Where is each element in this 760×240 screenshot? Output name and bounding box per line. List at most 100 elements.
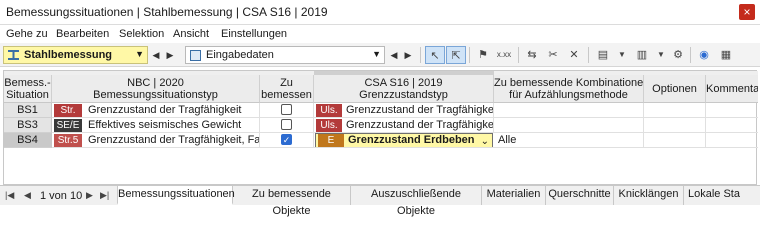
options-cell[interactable] [644, 103, 706, 118]
table-export-icon[interactable]: ▤ [593, 46, 613, 64]
globe-icon[interactable]: ◉ [694, 46, 714, 64]
prev-module-icon[interactable]: ◀ [150, 48, 162, 62]
first-page-icon[interactable]: |◀ [5, 190, 14, 201]
toolbar-separator [469, 47, 470, 63]
report-icon[interactable]: ▦ [716, 46, 736, 64]
toolbar: Stahlbemessung ▼ ◀ ▶ Eingabedaten ▼ ◀ ▶ … [0, 43, 760, 67]
header-options: Optionen [644, 75, 706, 103]
select-multiple-icon[interactable]: ⇱ [446, 46, 466, 64]
tab-buckling-lengths[interactable]: Knicklängen [614, 186, 684, 205]
header-nbc: NBC | 2020 Bemessungssituationstyp [52, 75, 260, 103]
sheet-tab-bar: |◀ ◀ 1 von 10 ▶ ▶| Bemessungssituationen… [0, 185, 760, 217]
toolbar-separator [420, 47, 421, 63]
next-view-icon[interactable]: ▶ [402, 48, 414, 62]
situation-type-badge: Str. [54, 104, 82, 117]
xxx-icon[interactable]: x.xx [494, 46, 514, 64]
situation-type-text: Grenzzustand der Tragfähigkeit [88, 104, 242, 116]
header-csa-bottom: Grenzzustandstyp [359, 89, 448, 101]
toolbar-separator [588, 47, 589, 63]
chevron-down-icon: ▼ [135, 49, 144, 59]
situation-type-text: Effektives seismisches Gewicht [88, 119, 242, 131]
design-cell[interactable] [260, 118, 314, 133]
select-icon[interactable]: ↖ [425, 46, 445, 64]
toolbar-separator [690, 47, 691, 63]
tab-materials[interactable]: Materialien [482, 186, 546, 205]
header-situation: Bemess.- Situation [4, 75, 52, 103]
comment-cell[interactable] [706, 103, 758, 118]
row-header-selected[interactable]: BS4 [4, 133, 52, 148]
combinations-cell[interactable] [494, 103, 644, 118]
header-design-top: Zu [280, 77, 293, 89]
delete-row-icon[interactable]: ⇆ [522, 46, 542, 64]
header-csa: CSA S16 | 2019 Grenzzustandstyp [314, 75, 494, 103]
table-import-icon[interactable]: ▥ [632, 46, 652, 64]
design-cell[interactable] [260, 103, 314, 118]
chevron-down-icon[interactable]: ▼ [612, 46, 632, 64]
row-header[interactable]: BS1 [4, 103, 52, 118]
options-cell[interactable] [644, 118, 706, 133]
header-combinations: Zu bemessende Kombinationen für Aufzählu… [494, 75, 644, 103]
data-view-select[interactable]: Eingabedaten ▼ [185, 46, 385, 64]
design-checkbox[interactable] [281, 104, 292, 115]
tab-sections[interactable]: Querschnitte [546, 186, 614, 205]
module-select[interactable]: Stahlbemessung ▼ [3, 46, 148, 64]
combinations-cell[interactable]: Alle [494, 133, 644, 148]
prev-view-icon[interactable]: ◀ [388, 48, 400, 62]
prev-page-icon[interactable]: ◀ [24, 190, 31, 201]
chevron-down-icon: ▼ [372, 49, 381, 59]
situation-type-badge: SE/E [54, 119, 82, 132]
flag-icon[interactable]: ⚑ [473, 46, 493, 64]
combinations-cell[interactable] [494, 118, 644, 133]
close-icon[interactable]: × [739, 4, 755, 20]
header-situation-label: Bemess.- Situation [4, 77, 51, 101]
limit-state-text: Grenzzustand der Tragfähigkeit [346, 104, 494, 116]
page-indicator: 1 von 10 [40, 190, 83, 202]
row-header[interactable]: BS3 [4, 118, 52, 133]
delete-icon[interactable]: ✕ [564, 46, 584, 64]
table-icon [190, 50, 201, 61]
menu-settings[interactable]: Einstellungen [221, 28, 287, 40]
menu-edit[interactable]: Bearbeiten [56, 28, 109, 40]
situation-type-badge: Str.5 [54, 134, 82, 147]
situation-type-text: Grenzzustand der Tragfähigkeit, Fall 5 [88, 134, 260, 146]
limit-state-text: Grenzzustand Erdbeben [348, 134, 475, 146]
chevron-down-icon: ⌄ [480, 136, 489, 147]
options-cell[interactable] [644, 133, 706, 148]
window-title: Bemessungssituationen | Stahlbemessung |… [6, 5, 328, 19]
header-csa-top: CSA S16 | 2019 [364, 77, 443, 89]
csa-cell-editing[interactable]: E Grenzzustand Erdbeben ⌄ [314, 133, 494, 148]
tab-design-situations[interactable]: Bemessungssituationen [117, 186, 235, 205]
nbc-cell[interactable]: Str.5 Grenzzustand der Tragfähigkeit, Fa… [52, 133, 260, 148]
comment-cell[interactable] [706, 133, 758, 148]
design-checkbox-checked[interactable]: ✓ [281, 134, 292, 145]
design-cell[interactable]: ✓ [260, 133, 314, 148]
menu-selection[interactable]: Selektion [119, 28, 164, 40]
settings-icon[interactable]: ⚙ [668, 46, 688, 64]
menu-goto[interactable]: Gehe zu [6, 28, 48, 40]
header-nbc-top: NBC | 2020 [127, 77, 184, 89]
limit-state-badge: E [318, 134, 344, 147]
menu-bar: Gehe zu Bearbeiten Selektion Ansicht Ein… [0, 25, 760, 43]
header-comment-label: Kommentar [706, 83, 758, 95]
csa-cell[interactable]: Uls. Grenzzustand der Tragfähigkeit [314, 103, 494, 118]
steel-beam-icon [8, 50, 19, 60]
tab-objects-to-design[interactable]: Zu bemessende Objekte [233, 186, 351, 217]
tab-excluded-objects[interactable]: Auszuschließende Objekte [351, 186, 482, 217]
header-comment: Kommentar [706, 75, 758, 103]
table-cut-icon[interactable]: ✂ [543, 46, 563, 64]
comment-cell[interactable] [706, 118, 758, 133]
design-checkbox[interactable] [281, 119, 292, 130]
header-design: Zu bemessen [260, 75, 314, 103]
csa-cell[interactable]: Uls. Grenzzustand der Tragfähigkeit [314, 118, 494, 133]
menu-view[interactable]: Ansicht [173, 28, 209, 40]
next-module-icon[interactable]: ▶ [164, 48, 176, 62]
last-page-icon[interactable]: ▶| [100, 190, 109, 201]
nbc-cell[interactable]: Str. Grenzzustand der Tragfähigkeit [52, 103, 260, 118]
tab-local-stability[interactable]: Lokale Sta [684, 186, 760, 205]
nbc-cell[interactable]: SE/E Effektives seismisches Gewicht [52, 118, 260, 133]
limit-state-text: Grenzzustand der Tragfähigkeit [346, 119, 494, 131]
limit-state-select[interactable]: E Grenzzustand Erdbeben ⌄ [315, 133, 493, 147]
next-page-icon[interactable]: ▶ [86, 190, 93, 201]
design-situations-table: Bemess.- Situation NBC | 2020 Bemessungs… [3, 70, 758, 185]
data-view-value: Eingabedaten [206, 49, 274, 61]
